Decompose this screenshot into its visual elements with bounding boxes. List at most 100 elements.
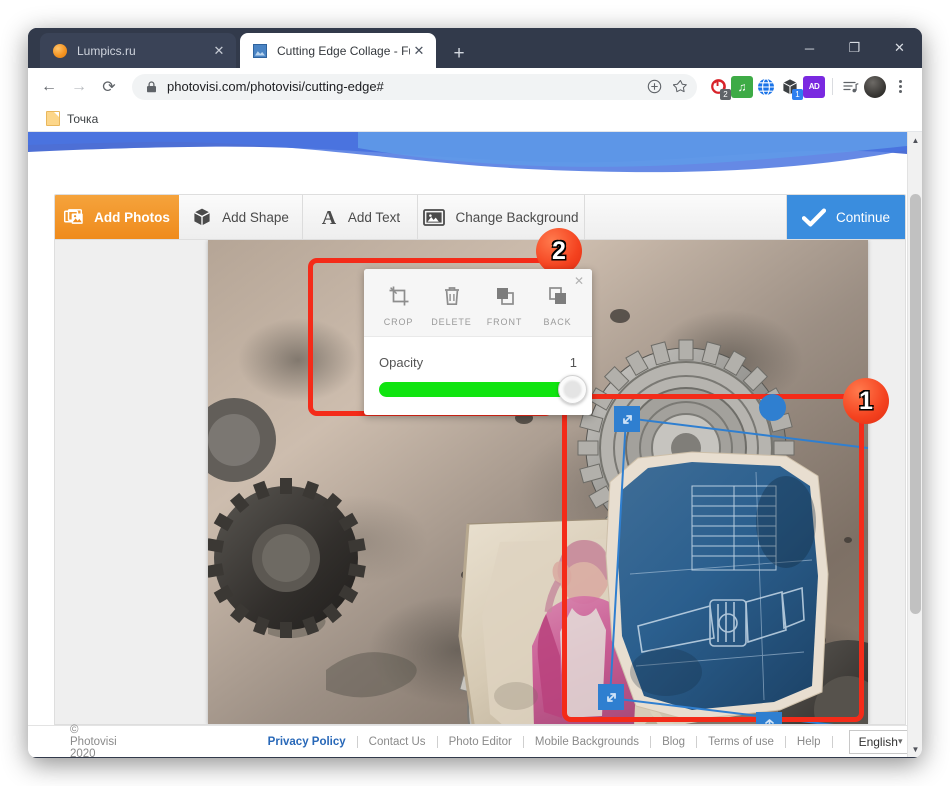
editor-toolbar: Add Photos Add Shape A Add Text Change B…: [54, 194, 906, 240]
ad-extension-icon[interactable]: AD: [803, 75, 825, 98]
annotation-badge-1: 1: [843, 378, 889, 424]
browser-tab-lumpics[interactable]: Lumpics.ru ✕: [40, 33, 236, 68]
continue-button[interactable]: Continue: [787, 195, 905, 239]
tab-title: Lumpics.ru: [77, 43, 136, 58]
trash-icon: [442, 285, 462, 312]
copyright-text: © Photovisi 2020: [70, 723, 117, 758]
resize-arrow-icon: [606, 692, 616, 702]
reading-list-icon[interactable]: [840, 76, 862, 98]
footer-links: Privacy Policy Contact Us Photo Editor M…: [257, 735, 833, 748]
svg-text:A: A: [322, 207, 337, 227]
blueprint-photo: [605, 451, 829, 721]
annotation-badge-2: 2: [536, 228, 582, 274]
resize-handle-bottom-center[interactable]: [756, 712, 782, 724]
resize-handle-bottom-left[interactable]: [598, 684, 624, 710]
tab-label: Add Shape: [222, 209, 289, 225]
tab-title: Cutting Edge Collage - Fun | Pho: [277, 43, 410, 58]
lock-icon: [144, 80, 158, 93]
tab-strip: Lumpics.ru ✕ Cutting Edge Collage - Fun …: [28, 28, 922, 68]
tool-label: FRONT: [486, 316, 523, 327]
close-icon[interactable]: ✕: [410, 42, 428, 60]
send-to-back-icon: [547, 285, 569, 312]
crop-icon: [388, 285, 410, 312]
link-contact-us[interactable]: Contact Us: [358, 736, 437, 748]
tab-add-shape[interactable]: Add Shape: [179, 195, 303, 239]
editor-canvas-area[interactable]: ✕ CROP DELETE FRONT BACK Opacity 1: [54, 240, 906, 725]
lumpics-favicon: [52, 43, 68, 59]
window-controls: ─ ❐ ✕: [787, 28, 922, 68]
panel-tool-row: CROP DELETE FRONT BACK: [364, 269, 592, 337]
opacity-slider-fill: [379, 382, 577, 397]
opacity-slider-handle[interactable]: [558, 375, 587, 404]
forward-button[interactable]: →: [64, 72, 94, 102]
bring-to-front-icon: [494, 285, 516, 312]
link-terms-of-use[interactable]: Terms of use: [697, 736, 785, 748]
bring-to-front-button[interactable]: FRONT: [478, 279, 531, 327]
adblock-extension-icon[interactable]: 2: [707, 76, 731, 100]
close-icon[interactable]: ✕: [210, 42, 228, 60]
cube-icon: [192, 207, 212, 227]
link-blog[interactable]: Blog: [651, 736, 696, 748]
three-dot-menu-icon[interactable]: [888, 75, 912, 99]
resize-arrow-icon: [622, 414, 632, 424]
close-window-button[interactable]: ✕: [877, 28, 922, 68]
browser-window: Lumpics.ru ✕ Cutting Edge Collage - Fun …: [28, 28, 922, 758]
page-scrollbar[interactable]: ▲ ▼: [907, 132, 922, 757]
crop-button[interactable]: CROP: [372, 279, 425, 327]
address-bar[interactable]: photovisi.com/photovisi/cutting-edge#: [132, 73, 697, 100]
photovisi-favicon: [252, 43, 268, 59]
language-value: English: [858, 734, 898, 749]
delete-button[interactable]: DELETE: [425, 279, 478, 327]
toolbar-divider: [832, 78, 833, 95]
opacity-label: Opacity: [379, 355, 424, 370]
link-photo-editor[interactable]: Photo Editor: [438, 736, 523, 748]
bookmarks-bar: Точка: [28, 106, 922, 132]
back-button[interactable]: ←: [34, 72, 64, 102]
extensions-bar: 2 ♫ 1 AD: [707, 75, 912, 100]
divider: [831, 735, 833, 748]
tool-label: CROP: [383, 316, 414, 327]
opacity-value: 1: [569, 355, 577, 370]
resize-arrow-icon: [764, 718, 774, 724]
globe-extension-icon[interactable]: [755, 76, 777, 98]
close-icon[interactable]: ✕: [570, 272, 588, 290]
bookmark-label: Точка: [67, 111, 99, 126]
background-image-icon: [423, 208, 446, 227]
scrollbar-thumb[interactable]: [910, 194, 921, 614]
browser-tab-photovisi[interactable]: Cutting Edge Collage - Fun | Pho ✕: [240, 33, 436, 68]
tool-label: BACK: [543, 316, 572, 327]
page-viewport: Add Photos Add Shape A Add Text Change B…: [28, 132, 922, 757]
star-icon[interactable]: [667, 74, 693, 100]
tool-label: DELETE: [431, 316, 472, 327]
link-mobile-backgrounds[interactable]: Mobile Backgrounds: [524, 736, 650, 748]
new-tab-button[interactable]: +: [446, 40, 472, 66]
minimize-button[interactable]: ─: [787, 28, 832, 68]
tab-add-text[interactable]: A Add Text: [303, 195, 418, 239]
opacity-slider[interactable]: [379, 375, 587, 404]
address-bar-url: photovisi.com/photovisi/cutting-edge#: [167, 79, 384, 94]
resize-handle-top-left[interactable]: [614, 406, 640, 432]
site-banner: [28, 132, 907, 178]
reload-button[interactable]: ⟳: [94, 72, 124, 102]
avatar[interactable]: [864, 75, 886, 98]
rotate-handle-icon[interactable]: [759, 394, 786, 421]
collage-canvas[interactable]: ✕ CROP DELETE FRONT BACK Opacity 1: [208, 240, 868, 724]
scroll-up-icon[interactable]: ▲: [908, 132, 922, 148]
music-extension-icon[interactable]: ♫: [731, 75, 753, 98]
link-help[interactable]: Help: [786, 736, 832, 748]
object-options-panel[interactable]: ✕ CROP DELETE FRONT BACK Opacity 1: [364, 269, 592, 415]
package-extension-icon[interactable]: 1: [779, 76, 803, 100]
page-footer: © Photovisi 2020 Privacy Policy Contact …: [28, 723, 911, 758]
extension-badge: 2: [720, 88, 731, 100]
opacity-row: Opacity 1: [379, 355, 577, 370]
scroll-down-icon[interactable]: ▼: [908, 741, 922, 757]
link-privacy-policy[interactable]: Privacy Policy: [257, 736, 357, 748]
bookmark-tochka[interactable]: Точка: [40, 109, 104, 128]
chevron-down-icon: ▾: [897, 736, 903, 746]
tab-label: Add Text: [347, 209, 401, 225]
photos-icon: [64, 208, 84, 226]
maximize-button[interactable]: ❐: [832, 28, 877, 68]
language-select[interactable]: English ▾: [848, 729, 911, 754]
install-app-icon[interactable]: [641, 74, 667, 100]
tab-add-photos[interactable]: Add Photos: [55, 195, 179, 239]
